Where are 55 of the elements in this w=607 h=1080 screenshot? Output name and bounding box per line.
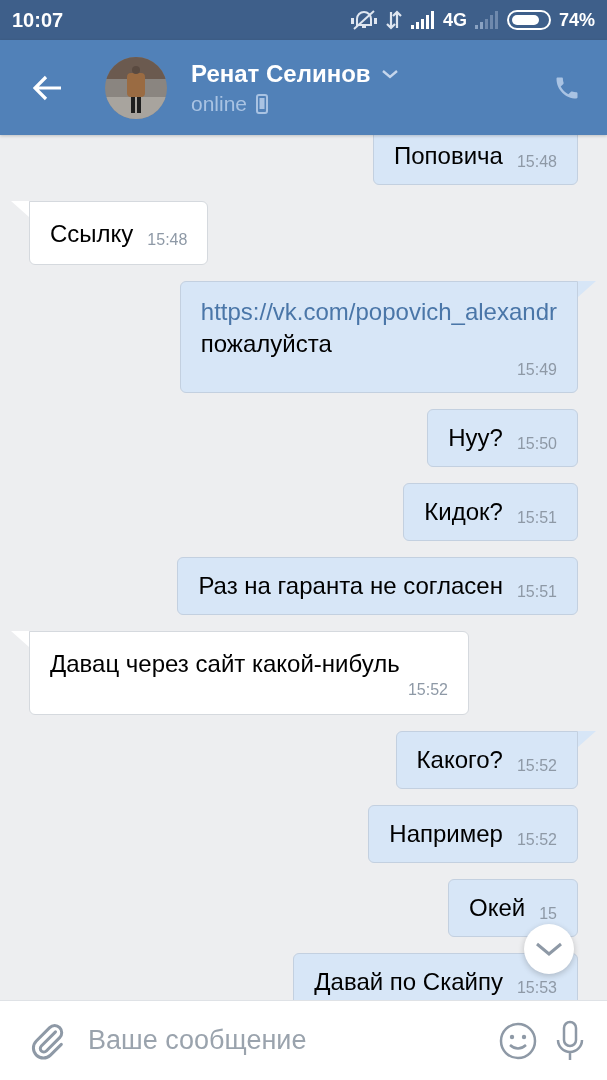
bubble-tail-icon — [11, 201, 29, 217]
message-bubble[interactable]: Давац через сайт какой-нибуль 15:52 — [29, 631, 469, 715]
message-time: 15:52 — [516, 831, 557, 849]
message-text: Давай по Скайпу — [314, 967, 503, 997]
bubble-tail-icon — [578, 731, 596, 747]
contact-name[interactable]: Ренат Селинов — [191, 59, 371, 88]
message-text: Например — [389, 819, 503, 849]
message-text: Ссылку — [50, 219, 134, 249]
chevron-down-icon — [534, 940, 564, 958]
bubble-tail-icon — [578, 281, 596, 297]
message-bubble[interactable]: https://vk.com/popovich_alexandr пожалуйста 15:49 — [179, 281, 578, 393]
message-time: 15:52 — [516, 757, 557, 775]
message-bubble[interactable]: Какого? 15:52 — [395, 731, 578, 789]
phone-device-icon — [256, 93, 269, 114]
network-type: 4G — [442, 9, 467, 31]
chevron-down-icon[interactable] — [380, 67, 399, 80]
message-text: Окей — [469, 893, 526, 923]
emoji-icon[interactable] — [499, 1021, 537, 1060]
message-text: Раз на гаранта не согласен — [198, 571, 503, 601]
message-bubble[interactable]: Давай по Скайпу 15:53 — [293, 953, 578, 1000]
message-time: 15:51 — [516, 583, 557, 601]
message-bubble[interactable]: Например 15:52 — [368, 805, 578, 863]
battery-percent: 74% — [558, 9, 595, 31]
message-text: пожалуйста — [200, 329, 332, 359]
message-text: Нуу? — [448, 423, 503, 453]
message-time: 15:52 — [407, 681, 448, 699]
bubble-tail-icon — [11, 631, 29, 647]
message-text: Кидок? — [424, 497, 503, 527]
message-time: 15:53 — [516, 979, 557, 997]
message-bubble[interactable]: Поповича 15:48 — [373, 135, 578, 185]
message-time: 15:50 — [516, 435, 557, 453]
message-time: 15:48 — [516, 153, 557, 171]
signal-icon — [474, 11, 499, 29]
message-time: 15 — [539, 905, 557, 923]
message-time: 15:51 — [516, 509, 557, 527]
message-text: Какого? — [416, 745, 503, 775]
muted-bell-icon — [350, 9, 377, 31]
profile-link[interactable]: https://vk.com/popovich_alexandr — [200, 295, 557, 329]
signal-icon — [410, 11, 435, 29]
message-text: Поповича — [394, 141, 503, 171]
message-bubble[interactable]: Нуу? 15:50 — [427, 409, 578, 467]
message-text: Давац через сайт какой-нибуль — [50, 649, 400, 679]
microphone-icon[interactable] — [555, 1019, 585, 1062]
message-input[interactable]: Ваше сообщение — [86, 1024, 481, 1057]
back-icon[interactable] — [33, 74, 63, 101]
presence-status: online — [191, 91, 248, 116]
message-bubble[interactable]: Ссылку 15:48 — [29, 201, 209, 265]
message-bubble[interactable]: Раз на гаранта не согласен 15:51 — [177, 557, 578, 615]
message-time: 15:48 — [147, 231, 188, 249]
message-time: 15:49 — [516, 361, 557, 379]
message-bubble[interactable]: Кидок? 15:51 — [403, 483, 578, 541]
data-arrows-icon — [384, 10, 403, 30]
message-bubble[interactable]: Окей 15 — [448, 879, 578, 937]
battery-icon — [506, 10, 551, 30]
clock: 10:07 — [12, 8, 64, 32]
